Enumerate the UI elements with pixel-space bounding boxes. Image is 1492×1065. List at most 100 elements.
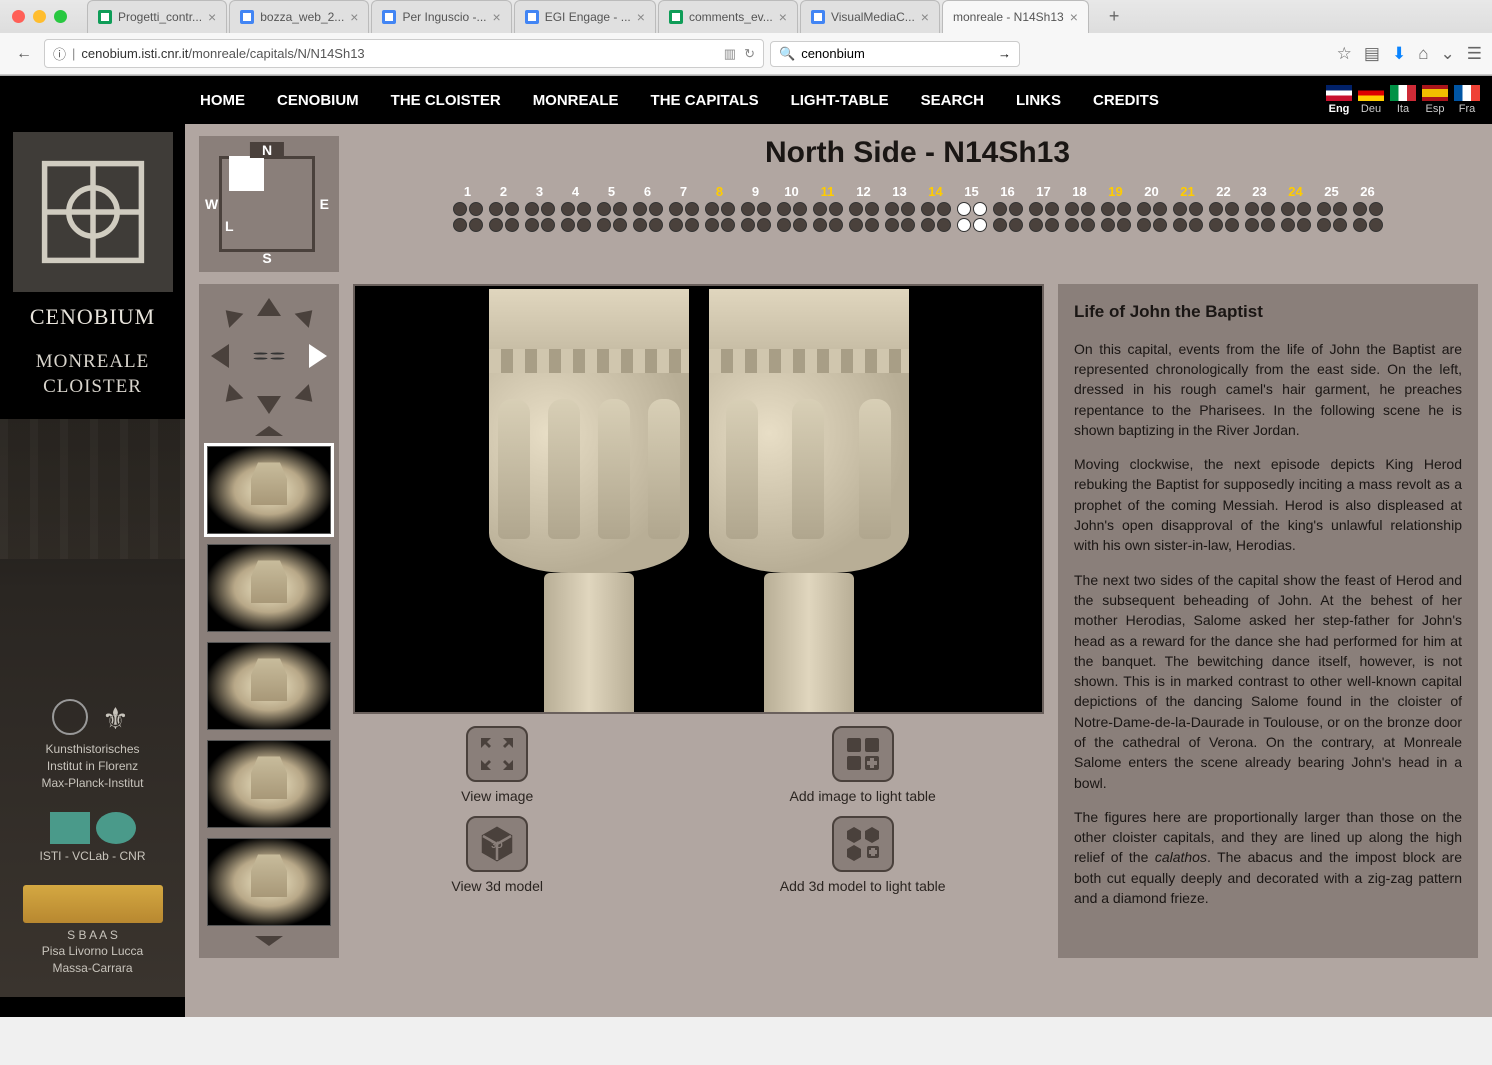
capital-link-13[interactable]: 13 [883,184,916,232]
tab-close-icon[interactable]: × [1070,9,1078,25]
compass-north-segment[interactable] [229,156,264,191]
thumbnail-2[interactable] [207,544,331,632]
capital-dots-icon [1029,202,1059,232]
back-button[interactable]: ← [10,40,38,68]
browser-tab-6[interactable]: monreale - N14Sh13× [942,0,1089,33]
nav-the-cloister[interactable]: THE CLOISTER [391,92,501,109]
site-logo[interactable] [13,132,173,292]
browser-tab-3[interactable]: EGI Engage - ...× [514,0,656,33]
add-image-button[interactable] [832,726,894,782]
lang-eng[interactable]: Eng [1326,85,1352,115]
nav-monreale[interactable]: MONREALE [533,92,619,109]
capital-link-20[interactable]: 20 [1135,184,1168,232]
capital-link-25[interactable]: 25 [1315,184,1348,232]
arrow-sw-icon[interactable] [219,384,244,409]
reload-icon[interactable]: ↻ [744,46,755,62]
search-go-icon[interactable]: → [998,46,1011,61]
capital-link-10[interactable]: 10 [775,184,808,232]
thumbs-scroll-up-icon[interactable] [255,426,283,436]
thumbnail-1[interactable] [207,446,331,534]
arrow-se-icon[interactable] [295,384,320,409]
menu-icon[interactable]: ☰ [1467,44,1482,64]
capital-link-4[interactable]: 4 [559,184,592,232]
arrow-west-icon[interactable] [211,344,229,368]
view-3d-button[interactable]: 3D [466,816,528,872]
credit-sbaas[interactable]: S B A A S Pisa Livorno Lucca Massa-Carra… [23,885,163,977]
search-input[interactable] [801,46,992,61]
nav-cenobium[interactable]: CENOBIUM [277,92,359,109]
credit-isti[interactable]: ISTI - VCLab - CNR [39,812,145,865]
capital-link-26[interactable]: 26 [1351,184,1384,232]
info-icon[interactable]: ⓘ [53,44,66,63]
thumbs-scroll-down-icon[interactable] [255,936,283,946]
tab-close-icon[interactable]: × [779,9,787,25]
minimize-window-icon[interactable] [33,10,46,23]
capital-link-8[interactable]: 8 [703,184,736,232]
capital-link-18[interactable]: 18 [1063,184,1096,232]
browser-tab-1[interactable]: bozza_web_2...× [229,0,369,33]
capital-link-6[interactable]: 6 [631,184,664,232]
nav-links[interactable]: LINKS [1016,92,1061,109]
search-bar[interactable]: 🔍 → [770,41,1020,67]
main-viewer[interactable] [353,284,1044,714]
thumbnail-4[interactable] [207,740,331,828]
tab-close-icon[interactable]: × [350,9,358,25]
browser-tab-5[interactable]: VisualMediaC...× [800,0,940,33]
lang-fra[interactable]: Fra [1454,85,1480,115]
capital-link-9[interactable]: 9 [739,184,772,232]
url-bar[interactable]: ⓘ | cenobium.isti.cnr.it/monreale/capita… [44,39,764,68]
thumbnail-3[interactable] [207,642,331,730]
thumbnail-5[interactable] [207,838,331,926]
nav-light-table[interactable]: LIGHT-TABLE [791,92,889,109]
capital-link-15[interactable]: 15 [955,184,988,232]
tab-close-icon[interactable]: × [208,9,216,25]
lang-deu[interactable]: Deu [1358,85,1384,115]
capital-link-14[interactable]: 14 [919,184,952,232]
arrow-north-icon[interactable] [257,298,281,316]
maximize-window-icon[interactable] [54,10,67,23]
arrow-nw-icon[interactable] [219,303,244,328]
capital-link-5[interactable]: 5 [595,184,628,232]
capital-link-23[interactable]: 23 [1243,184,1276,232]
browser-tab-0[interactable]: Progetti_contr...× [87,0,227,33]
home-icon[interactable]: ⌂ [1418,44,1428,64]
nav-the-capitals[interactable]: THE CAPITALS [651,92,759,109]
wheel-center-icon[interactable] [254,353,285,360]
add-3d-button[interactable] [832,816,894,872]
nav-home[interactable]: HOME [200,92,245,109]
nav-search[interactable]: SEARCH [921,92,984,109]
reader-mode-icon[interactable]: ▥ [724,46,736,62]
tab-close-icon[interactable]: × [921,9,929,25]
library-icon[interactable]: ▤ [1364,44,1380,64]
view-image-button[interactable] [466,726,528,782]
capital-link-12[interactable]: 12 [847,184,880,232]
cnr-logo-icon [96,812,136,844]
arrow-south-icon[interactable] [257,396,281,414]
capital-link-3[interactable]: 3 [523,184,556,232]
downloads-icon[interactable]: ⬇ [1392,44,1406,64]
lang-esp[interactable]: Esp [1422,85,1448,115]
capital-link-17[interactable]: 17 [1027,184,1060,232]
tab-close-icon[interactable]: × [493,9,501,25]
arrow-east-icon[interactable] [309,344,327,368]
pocket-icon[interactable]: ⌄ [1441,44,1455,64]
nav-credits[interactable]: CREDITS [1093,92,1159,109]
arrow-ne-icon[interactable] [295,303,320,328]
browser-tab-4[interactable]: comments_ev...× [658,0,798,33]
credit-khi[interactable]: ⚜ Kunsthistorisches Institut in Florenz … [41,699,143,791]
bookmark-icon[interactable]: ☆ [1337,44,1352,64]
capital-link-24[interactable]: 24 [1279,184,1312,232]
new-tab-button[interactable]: + [1099,0,1130,33]
close-window-icon[interactable] [12,10,25,23]
capital-link-16[interactable]: 16 [991,184,1024,232]
capital-link-7[interactable]: 7 [667,184,700,232]
lang-ita[interactable]: Ita [1390,85,1416,115]
capital-link-21[interactable]: 21 [1171,184,1204,232]
tab-close-icon[interactable]: × [637,9,645,25]
capital-link-22[interactable]: 22 [1207,184,1240,232]
browser-tab-2[interactable]: Per Inguscio -...× [371,0,511,33]
capital-link-19[interactable]: 19 [1099,184,1132,232]
capital-link-1[interactable]: 1 [451,184,484,232]
capital-link-2[interactable]: 2 [487,184,520,232]
capital-link-11[interactable]: 11 [811,184,844,232]
